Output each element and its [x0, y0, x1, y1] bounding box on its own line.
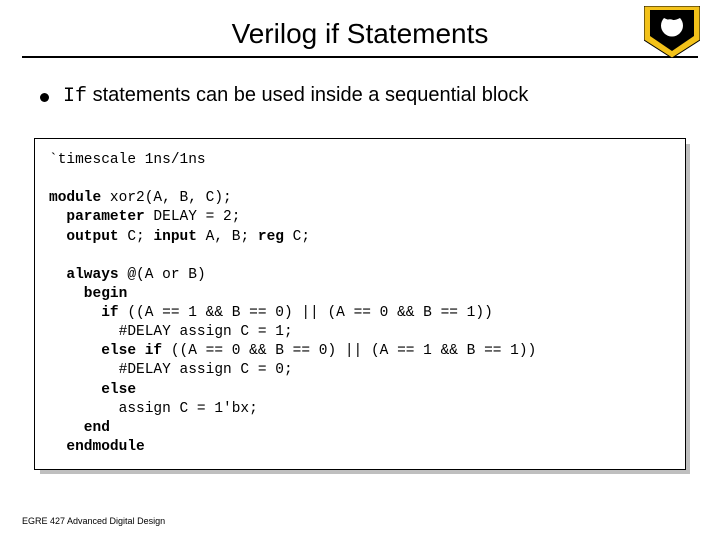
code-line: C; [284, 229, 310, 245]
bullet-code-word: If [63, 85, 87, 108]
code-line: #DELAY assign C = 1; [49, 324, 293, 340]
code-kw: if [49, 305, 119, 321]
vcu-logo [644, 6, 700, 58]
code-line: `timescale 1ns/1ns [49, 152, 206, 168]
code-kw: output [49, 229, 119, 245]
code-kw: parameter [49, 209, 145, 225]
bullet-rest: statements can be used inside a sequenti… [87, 84, 528, 106]
code-block: `timescale 1ns/1ns module xor2(A, B, C);… [34, 138, 686, 470]
footer-text: EGRE 427 Advanced Digital Design [22, 516, 165, 526]
bullet-text: If statements can be used inside a seque… [63, 84, 528, 108]
code-line: assign C = 1'bx; [49, 401, 258, 417]
code-kw: begin [49, 286, 127, 302]
code-line: @(A or B) [119, 267, 206, 283]
code-line: A, B; [197, 229, 258, 245]
code-line: C; [119, 229, 154, 245]
title-rule [22, 56, 698, 58]
code-kw: else if [49, 343, 162, 359]
code-line: ((A == 0 && B == 0) || (A == 1 && B == 1… [162, 343, 536, 359]
code-block-wrap: `timescale 1ns/1ns module xor2(A, B, C);… [34, 138, 686, 470]
code-kw: else [49, 382, 136, 398]
code-line: ((A == 1 && B == 0) || (A == 0 && B == 1… [119, 305, 493, 321]
code-kw: input [153, 229, 197, 245]
code-line: DELAY = 2; [145, 209, 241, 225]
code-line: xor2(A, B, C); [101, 190, 232, 206]
code-kw: always [49, 267, 119, 283]
code-kw: end [49, 420, 110, 436]
page-title: Verilog if Statements [0, 18, 720, 50]
code-line: #DELAY assign C = 0; [49, 362, 293, 378]
bullet-item: If statements can be used inside a seque… [40, 84, 680, 108]
code-kw: module [49, 190, 101, 206]
slide-header: Verilog if Statements [0, 0, 720, 58]
code-kw: reg [258, 229, 284, 245]
bullet-dot-icon [40, 93, 49, 102]
code-kw: endmodule [49, 439, 145, 455]
